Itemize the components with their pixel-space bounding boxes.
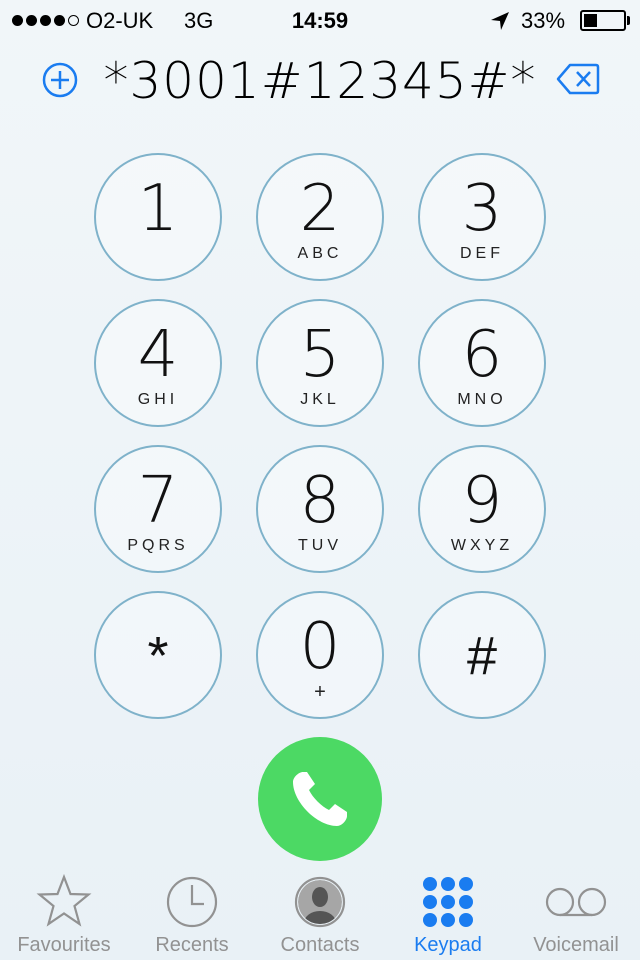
key-letters: TUV: [298, 537, 342, 554]
dialed-number: *3001#12345#*: [103, 52, 537, 110]
key-digit: 1: [137, 172, 179, 246]
key-letters: +: [314, 681, 326, 703]
key-letters: MNO: [457, 391, 507, 408]
key-3[interactable]: 3 DEF: [418, 153, 546, 281]
key-9[interactable]: 9 WXYZ: [418, 445, 546, 573]
tab-recents[interactable]: Recents: [128, 866, 256, 960]
clock-icon: [166, 876, 218, 928]
phone-icon: [293, 772, 347, 826]
battery-icon: [580, 10, 626, 31]
key-2[interactable]: 2 ABC: [256, 153, 384, 281]
star-icon: [36, 874, 92, 927]
plus-circle-icon[interactable]: [42, 62, 78, 98]
key-letters: WXYZ: [450, 537, 514, 554]
tab-label-keypad: Keypad: [414, 934, 482, 956]
key-1[interactable]: 1: [94, 153, 222, 281]
battery-tip: [627, 16, 630, 25]
key-5[interactable]: 5 JKL: [256, 299, 384, 427]
key-letters: GHI: [137, 391, 179, 408]
tab-label-voicemail: Voicemail: [533, 934, 619, 956]
key-digit: *: [147, 626, 169, 686]
status-bar: O2-UK 3G 14:59 33%: [0, 0, 640, 40]
key-letters: PQRS: [127, 537, 189, 554]
key-letters: JKL: [300, 391, 340, 408]
key-digit: 5: [299, 318, 341, 392]
key-digit: 2: [299, 172, 341, 246]
battery-fill: [584, 14, 597, 27]
call-button[interactable]: [258, 737, 382, 861]
key-digit: #: [466, 626, 498, 686]
key-letters: DEF: [460, 245, 504, 262]
backspace-icon[interactable]: [556, 62, 600, 96]
key-digit: 7: [137, 464, 179, 538]
key-digit: 4: [137, 318, 179, 392]
key-digit: 9: [461, 464, 503, 538]
tab-voicemail[interactable]: Voicemail: [512, 866, 640, 960]
key-digit: 0: [299, 610, 341, 684]
key-0[interactable]: 0 +: [256, 591, 384, 719]
tab-contacts[interactable]: Contacts: [256, 866, 384, 960]
contact-icon: [294, 876, 346, 928]
voicemail-icon: [545, 887, 607, 917]
tab-favourites[interactable]: Favourites: [0, 866, 128, 960]
key-digit: 3: [461, 172, 503, 246]
key-4[interactable]: 4 GHI: [94, 299, 222, 427]
tab-label-contacts: Contacts: [280, 934, 360, 956]
key-7[interactable]: 7 PQRS: [94, 445, 222, 573]
key-letters: ABC: [297, 245, 343, 262]
key-8[interactable]: 8 TUV: [256, 445, 384, 573]
key-digit: 8: [299, 464, 341, 538]
battery-percent: 33%: [521, 8, 566, 33]
key-hash[interactable]: #: [418, 591, 546, 719]
key-6[interactable]: 6 MNO: [418, 299, 546, 427]
tab-label-favourites: Favourites: [17, 934, 111, 956]
tab-keypad[interactable]: Keypad: [384, 866, 512, 960]
key-star[interactable]: *: [94, 591, 222, 719]
tab-label-recents: Recents: [155, 934, 229, 956]
tab-bar: Favourites Recents Contacts Keypad Voice…: [0, 866, 640, 960]
keypad-icon: [423, 877, 473, 927]
key-digit: 6: [461, 318, 503, 392]
location-arrow-icon: [491, 12, 509, 30]
